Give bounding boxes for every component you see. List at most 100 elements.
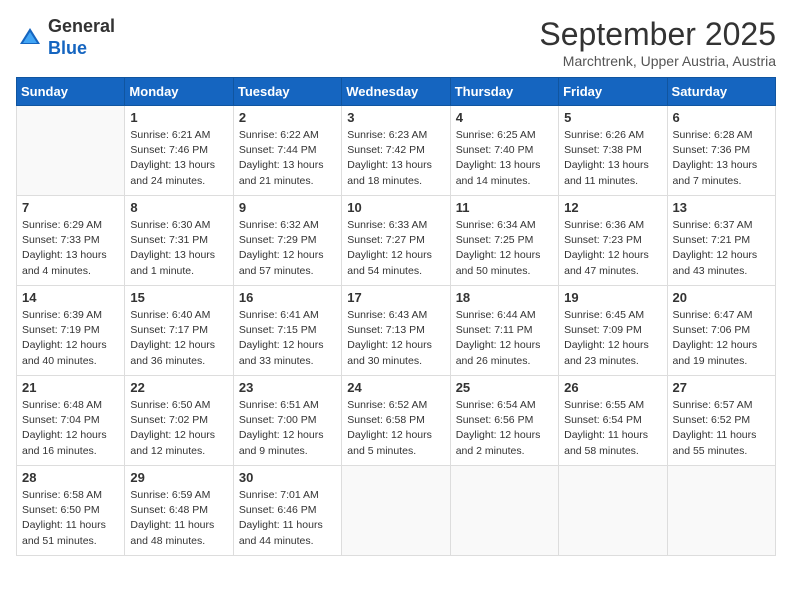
calendar-header-saturday: Saturday xyxy=(667,78,775,106)
day-info: Sunrise: 6:28 AM Sunset: 7:36 PM Dayligh… xyxy=(673,128,770,189)
day-number: 12 xyxy=(564,200,661,215)
day-number: 6 xyxy=(673,110,770,125)
day-number: 2 xyxy=(239,110,336,125)
day-info: Sunrise: 6:22 AM Sunset: 7:44 PM Dayligh… xyxy=(239,128,336,189)
day-number: 20 xyxy=(673,290,770,305)
calendar-cell: 13 Sunrise: 6:37 AM Sunset: 7:21 PM Dayli… xyxy=(667,196,775,286)
day-number: 22 xyxy=(130,380,227,395)
day-info: Sunrise: 7:01 AM Sunset: 6:46 PM Dayligh… xyxy=(239,488,336,549)
calendar-cell: 4 Sunrise: 6:25 AM Sunset: 7:40 PM Daylig… xyxy=(450,106,558,196)
calendar-cell: 12 Sunrise: 6:36 AM Sunset: 7:23 PM Dayli… xyxy=(559,196,667,286)
calendar-cell: 3 Sunrise: 6:23 AM Sunset: 7:42 PM Daylig… xyxy=(342,106,450,196)
day-info: Sunrise: 6:30 AM Sunset: 7:31 PM Dayligh… xyxy=(130,218,227,279)
day-info: Sunrise: 6:26 AM Sunset: 7:38 PM Dayligh… xyxy=(564,128,661,189)
day-number: 1 xyxy=(130,110,227,125)
day-info: Sunrise: 6:55 AM Sunset: 6:54 PM Dayligh… xyxy=(564,398,661,459)
calendar-cell: 10 Sunrise: 6:33 AM Sunset: 7:27 PM Dayli… xyxy=(342,196,450,286)
logo-text: General Blue xyxy=(48,16,115,59)
calendar-cell: 2 Sunrise: 6:22 AM Sunset: 7:44 PM Daylig… xyxy=(233,106,341,196)
calendar-cell: 7 Sunrise: 6:29 AM Sunset: 7:33 PM Daylig… xyxy=(17,196,125,286)
calendar-week-row: 14Sunrise: 6:39 AM Sunset: 7:19 PM Dayli… xyxy=(17,286,776,376)
day-info: Sunrise: 6:21 AM Sunset: 7:46 PM Dayligh… xyxy=(130,128,227,189)
calendar-header-tuesday: Tuesday xyxy=(233,78,341,106)
calendar-cell: 26 Sunrise: 6:55 AM Sunset: 6:54 PM Dayli… xyxy=(559,376,667,466)
day-number: 27 xyxy=(673,380,770,395)
day-info: Sunrise: 6:58 AM Sunset: 6:50 PM Dayligh… xyxy=(22,488,119,549)
day-number: 3 xyxy=(347,110,444,125)
day-number: 25 xyxy=(456,380,553,395)
day-info: Sunrise: 6:47 AM Sunset: 7:06 PM Dayligh… xyxy=(673,308,770,369)
day-number: 16 xyxy=(239,290,336,305)
day-number: 18 xyxy=(456,290,553,305)
calendar-cell: 30Sunrise: 7:01 AM Sunset: 6:46 PM Dayli… xyxy=(233,466,341,556)
calendar-cell: 5 Sunrise: 6:26 AM Sunset: 7:38 PM Daylig… xyxy=(559,106,667,196)
day-info: Sunrise: 6:34 AM Sunset: 7:25 PM Dayligh… xyxy=(456,218,553,279)
calendar-cell: 1 Sunrise: 6:21 AM Sunset: 7:46 PM Daylig… xyxy=(125,106,233,196)
calendar-cell: 29 Sunrise: 6:59 AM Sunset: 6:48 PM Dayli… xyxy=(125,466,233,556)
day-info: Sunrise: 6:44 AM Sunset: 7:11 PM Dayligh… xyxy=(456,308,553,369)
page-header: General Blue September 2025 Marchtrenk, … xyxy=(16,16,776,69)
day-info: Sunrise: 6:33 AM Sunset: 7:27 PM Dayligh… xyxy=(347,218,444,279)
day-info: Sunrise: 6:57 AM Sunset: 6:52 PM Dayligh… xyxy=(673,398,770,459)
location-subtitle: Marchtrenk, Upper Austria, Austria xyxy=(539,53,776,69)
day-info: Sunrise: 6:41 AM Sunset: 7:15 PM Dayligh… xyxy=(239,308,336,369)
title-block: September 2025 Marchtrenk, Upper Austria… xyxy=(539,16,776,69)
day-info: Sunrise: 6:50 AM Sunset: 7:02 PM Dayligh… xyxy=(130,398,227,459)
day-number: 26 xyxy=(564,380,661,395)
calendar-table: SundayMondayTuesdayWednesdayThursdayFrid… xyxy=(16,77,776,556)
day-info: Sunrise: 6:25 AM Sunset: 7:40 PM Dayligh… xyxy=(456,128,553,189)
day-info: Sunrise: 6:48 AM Sunset: 7:04 PM Dayligh… xyxy=(22,398,119,459)
day-number: 17 xyxy=(347,290,444,305)
calendar-cell: 11 Sunrise: 6:34 AM Sunset: 7:25 PM Dayli… xyxy=(450,196,558,286)
calendar-cell: 19Sunrise: 6:45 AM Sunset: 7:09 PM Dayli… xyxy=(559,286,667,376)
day-number: 21 xyxy=(22,380,119,395)
day-number: 4 xyxy=(456,110,553,125)
calendar-cell xyxy=(667,466,775,556)
day-number: 15 xyxy=(130,290,227,305)
logo-blue: Blue xyxy=(48,38,87,58)
calendar-cell: 24Sunrise: 6:52 AM Sunset: 6:58 PM Dayli… xyxy=(342,376,450,466)
day-number: 8 xyxy=(130,200,227,215)
day-info: Sunrise: 6:37 AM Sunset: 7:21 PM Dayligh… xyxy=(673,218,770,279)
day-number: 29 xyxy=(130,470,227,485)
day-number: 28 xyxy=(22,470,119,485)
day-info: Sunrise: 6:40 AM Sunset: 7:17 PM Dayligh… xyxy=(130,308,227,369)
calendar-header-friday: Friday xyxy=(559,78,667,106)
day-info: Sunrise: 6:43 AM Sunset: 7:13 PM Dayligh… xyxy=(347,308,444,369)
calendar-cell: 8 Sunrise: 6:30 AM Sunset: 7:31 PM Daylig… xyxy=(125,196,233,286)
calendar-cell: 18 Sunrise: 6:44 AM Sunset: 7:11 PM Dayli… xyxy=(450,286,558,376)
day-info: Sunrise: 6:51 AM Sunset: 7:00 PM Dayligh… xyxy=(239,398,336,459)
calendar-cell: 16 Sunrise: 6:41 AM Sunset: 7:15 PM Dayli… xyxy=(233,286,341,376)
calendar-cell: 21 Sunrise: 6:48 AM Sunset: 7:04 PM Dayli… xyxy=(17,376,125,466)
day-number: 9 xyxy=(239,200,336,215)
day-info: Sunrise: 6:45 AM Sunset: 7:09 PM Dayligh… xyxy=(564,308,661,369)
calendar-cell: 28 Sunrise: 6:58 AM Sunset: 6:50 PM Dayli… xyxy=(17,466,125,556)
calendar-cell: 9 Sunrise: 6:32 AM Sunset: 7:29 PM Daylig… xyxy=(233,196,341,286)
day-number: 11 xyxy=(456,200,553,215)
logo-general: General xyxy=(48,16,115,36)
day-number: 7 xyxy=(22,200,119,215)
calendar-cell xyxy=(17,106,125,196)
day-info: Sunrise: 6:23 AM Sunset: 7:42 PM Dayligh… xyxy=(347,128,444,189)
day-number: 5 xyxy=(564,110,661,125)
day-number: 10 xyxy=(347,200,444,215)
day-number: 14 xyxy=(22,290,119,305)
day-info: Sunrise: 6:59 AM Sunset: 6:48 PM Dayligh… xyxy=(130,488,227,549)
day-number: 24 xyxy=(347,380,444,395)
calendar-week-row: 1 Sunrise: 6:21 AM Sunset: 7:46 PM Daylig… xyxy=(17,106,776,196)
calendar-week-row: 7 Sunrise: 6:29 AM Sunset: 7:33 PM Daylig… xyxy=(17,196,776,286)
calendar-cell: 27 Sunrise: 6:57 AM Sunset: 6:52 PM Dayli… xyxy=(667,376,775,466)
day-info: Sunrise: 6:29 AM Sunset: 7:33 PM Dayligh… xyxy=(22,218,119,279)
day-number: 23 xyxy=(239,380,336,395)
calendar-header-monday: Monday xyxy=(125,78,233,106)
calendar-cell: 23 Sunrise: 6:51 AM Sunset: 7:00 PM Dayli… xyxy=(233,376,341,466)
day-number: 13 xyxy=(673,200,770,215)
calendar-week-row: 28 Sunrise: 6:58 AM Sunset: 6:50 PM Dayli… xyxy=(17,466,776,556)
day-info: Sunrise: 6:36 AM Sunset: 7:23 PM Dayligh… xyxy=(564,218,661,279)
month-title: September 2025 xyxy=(539,16,776,53)
day-info: Sunrise: 6:32 AM Sunset: 7:29 PM Dayligh… xyxy=(239,218,336,279)
calendar-header-wednesday: Wednesday xyxy=(342,78,450,106)
calendar-cell xyxy=(559,466,667,556)
calendar-header-row: SundayMondayTuesdayWednesdayThursdayFrid… xyxy=(17,78,776,106)
logo: General Blue xyxy=(16,16,115,59)
